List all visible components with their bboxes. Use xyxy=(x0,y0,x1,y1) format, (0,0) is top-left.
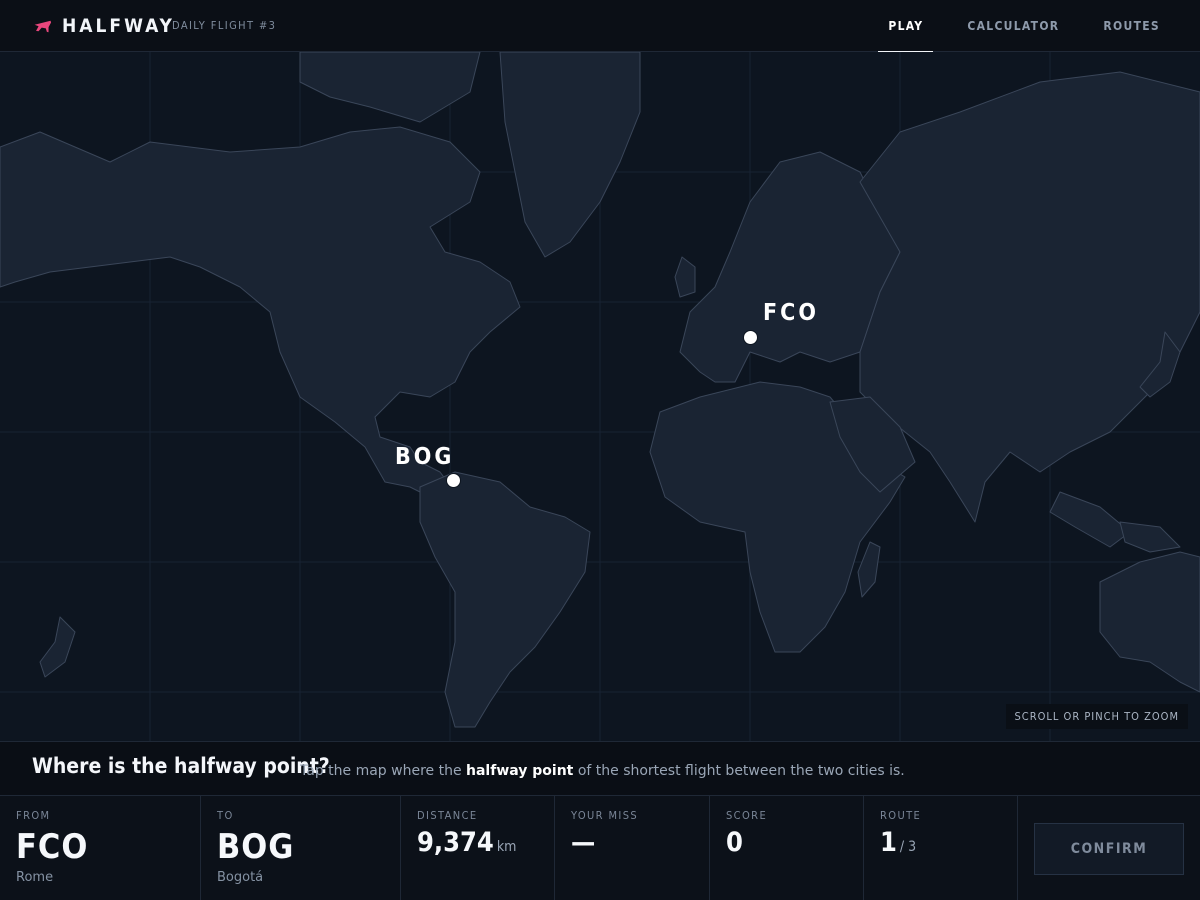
island-new-guinea xyxy=(1119,521,1181,553)
stat-from: FROM FCO Rome xyxy=(0,796,201,900)
stats-bar: FROM FCO Rome TO BOG Bogotá DISTANCE 9,3… xyxy=(0,796,1200,900)
prompt-title: Where is the halfway point? xyxy=(32,754,330,778)
app-name: HALFWAY xyxy=(62,15,175,37)
prompt-bar: Where is the halfway point? Tap the map … xyxy=(0,741,1200,796)
arctic-islands xyxy=(299,52,481,123)
stat-distance-unit: km xyxy=(496,839,517,855)
stat-distance-value: 9,374 xyxy=(417,827,494,858)
island-britain xyxy=(674,256,696,298)
daily-flight-tag: DAILY FLIGHT #3 xyxy=(172,19,277,32)
marker-label-bog: BOG xyxy=(395,444,455,470)
continent-south-america xyxy=(419,471,591,728)
nav-play[interactable]: PLAY xyxy=(878,0,934,53)
stat-route-total: / 3 xyxy=(899,839,917,855)
brand[interactable]: HALFWAY xyxy=(32,15,175,37)
island-new-zealand xyxy=(39,616,76,678)
stat-route: ROUTE 1/ 3 xyxy=(864,796,1018,900)
stat-to-code: BOG xyxy=(217,827,295,867)
stat-from-code: FCO xyxy=(16,827,89,867)
stat-distance-label: DISTANCE xyxy=(417,809,478,822)
stat-miss-value: — xyxy=(571,827,596,858)
stat-from-city: Rome xyxy=(16,870,54,885)
stat-distance: DISTANCE 9,374 km xyxy=(401,796,555,900)
prompt-text-before: Tap the map where the xyxy=(300,763,467,779)
stat-to: TO BOG Bogotá xyxy=(201,796,401,900)
stat-from-label: FROM xyxy=(16,809,51,822)
prompt-text-bold: halfway point xyxy=(466,763,574,779)
prompt-instructions: Tap the map where the halfway point of t… xyxy=(300,763,905,779)
continent-greenland xyxy=(499,52,641,258)
marker-label-fco: FCO xyxy=(763,300,819,326)
marker-dot-fco[interactable] xyxy=(743,330,758,345)
stat-score-value: 0 xyxy=(726,827,743,858)
stat-score: SCORE 0 xyxy=(710,796,864,900)
stat-miss: YOUR MISS — xyxy=(555,796,710,900)
nav-calculator[interactable]: CALCULATOR xyxy=(957,0,1069,52)
stat-route-current: 1 xyxy=(880,827,897,858)
main-nav: PLAY CALCULATOR ROUTES xyxy=(878,0,1170,53)
world-map-canvas[interactable] xyxy=(0,52,1200,741)
stat-miss-label: YOUR MISS xyxy=(571,809,639,822)
stat-route-label: ROUTE xyxy=(880,809,922,822)
stat-score-label: SCORE xyxy=(726,809,768,822)
zoom-hint: SCROLL OR PINCH TO ZOOM xyxy=(1005,704,1188,729)
nav-routes[interactable]: ROUTES xyxy=(1093,0,1170,52)
stat-to-label: TO xyxy=(217,809,234,822)
islands-southeast-asia xyxy=(1049,491,1131,548)
prompt-text-after: of the shortest flight between the two c… xyxy=(573,763,905,779)
world-map[interactable]: FCO BOG SCROLL OR PINCH TO ZOOM xyxy=(0,52,1200,741)
island-madagascar xyxy=(857,541,881,598)
airplane-icon xyxy=(32,16,52,36)
stat-distance-value-wrap: 9,374 km xyxy=(417,827,516,858)
stat-to-city: Bogotá xyxy=(217,870,264,885)
top-bar: HALFWAY DAILY FLIGHT #3 PLAY CALCULATOR … xyxy=(0,0,1200,53)
confirm-button[interactable]: CONFIRM xyxy=(1034,823,1184,875)
continent-australia xyxy=(1099,551,1200,693)
stat-route-value-wrap: 1/ 3 xyxy=(880,827,916,858)
marker-dot-bog[interactable] xyxy=(446,473,461,488)
